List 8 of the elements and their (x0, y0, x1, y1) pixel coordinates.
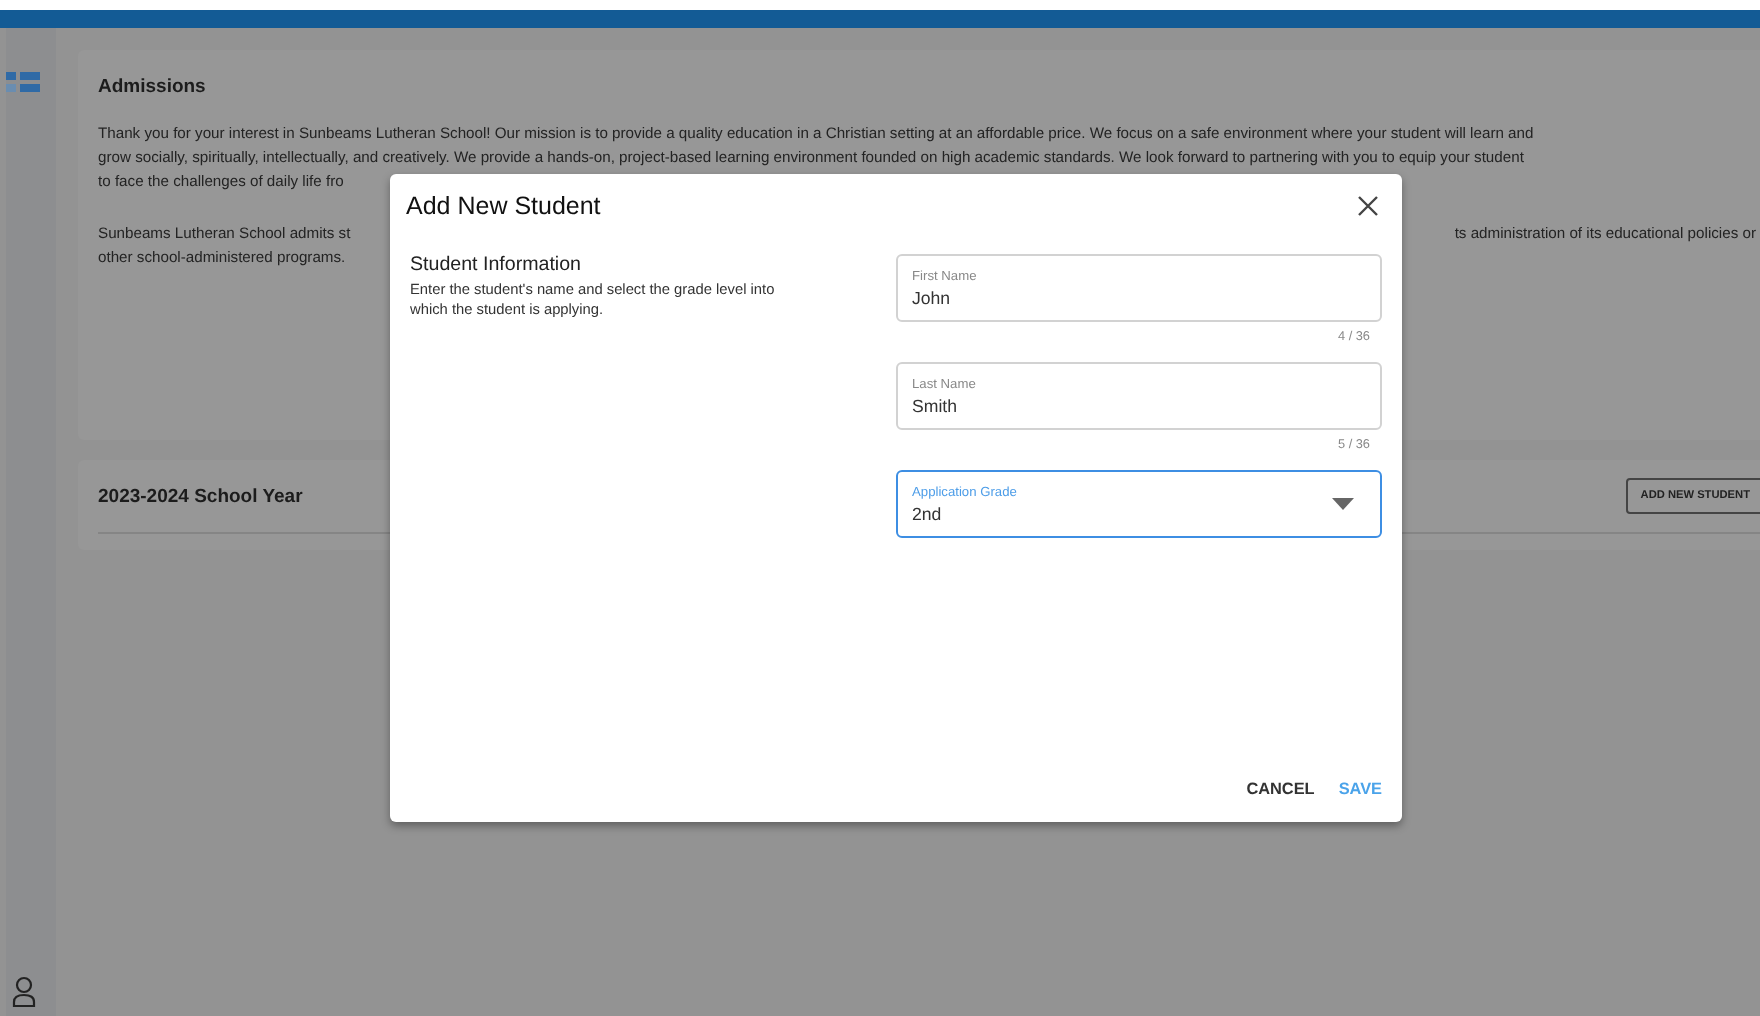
caret-icon (1332, 498, 1354, 510)
card-title: 2023-2024 School Year (98, 485, 303, 507)
dialog-title: Add New Student (406, 191, 601, 219)
user-icon[interactable] (12, 976, 36, 1008)
card-title: Admissions (98, 76, 208, 98)
close-icon[interactable] (1358, 195, 1378, 215)
cancel-button[interactable]: CANCEL (1246, 776, 1315, 802)
section-title: Student Information (410, 254, 584, 276)
